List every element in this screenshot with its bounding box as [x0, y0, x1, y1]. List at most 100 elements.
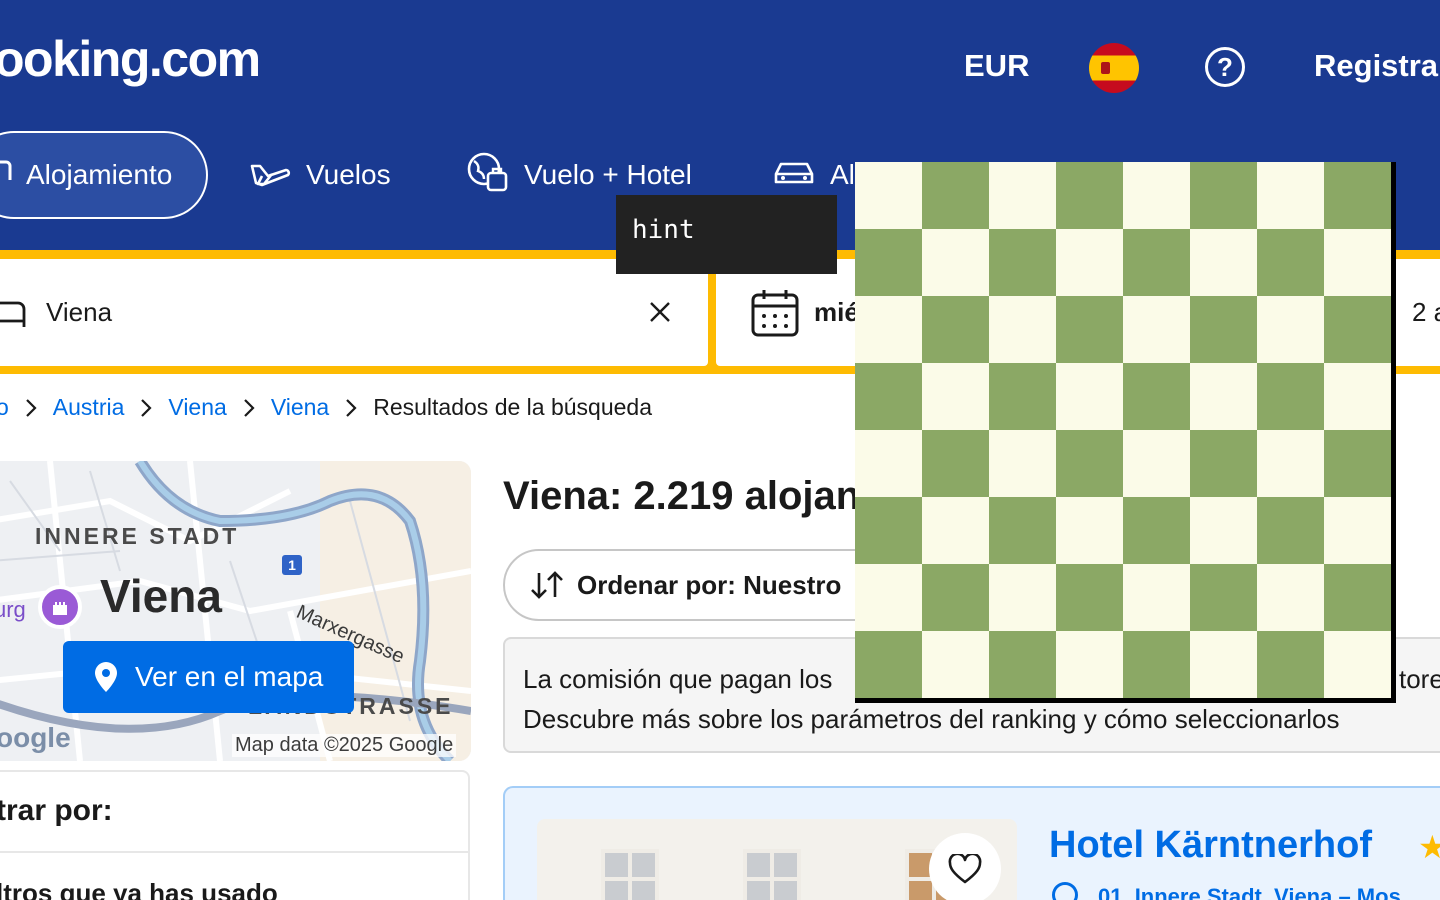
board-square[interactable]: [1324, 430, 1391, 497]
board-square[interactable]: [855, 497, 922, 564]
board-square[interactable]: [1324, 296, 1391, 363]
register-button[interactable]: Registra: [1314, 48, 1438, 84]
board-square[interactable]: [1123, 564, 1190, 631]
board-square[interactable]: [1190, 229, 1257, 296]
board-square[interactable]: [1257, 296, 1324, 363]
hint-tooltip: hint: [616, 195, 837, 274]
favorite-button[interactable]: [929, 833, 1001, 900]
board-square[interactable]: [1257, 497, 1324, 564]
board-square[interactable]: [1056, 631, 1123, 698]
booking-logo[interactable]: ooking.com: [0, 30, 261, 88]
castle-pin-icon: [38, 585, 82, 629]
help-icon[interactable]: ?: [1205, 47, 1245, 87]
board-square[interactable]: [922, 631, 989, 698]
view-on-map-button[interactable]: Ver en el mapa: [63, 641, 354, 713]
currency-selector[interactable]: EUR: [964, 48, 1029, 84]
board-square[interactable]: [1056, 363, 1123, 430]
info-line-2[interactable]: Descubre más sobre los parámetros del ra…: [523, 699, 1440, 739]
board-square[interactable]: [1190, 430, 1257, 497]
bed-icon: [0, 154, 26, 197]
board-square[interactable]: [989, 229, 1056, 296]
board-square[interactable]: [1190, 631, 1257, 698]
board-square[interactable]: [1123, 497, 1190, 564]
board-square[interactable]: [1123, 631, 1190, 698]
board-square[interactable]: [1123, 229, 1190, 296]
board-square[interactable]: [855, 363, 922, 430]
board-square[interactable]: [1056, 497, 1123, 564]
destination-field[interactable]: Viena: [0, 259, 708, 366]
board-square[interactable]: [1056, 162, 1123, 229]
map-preview[interactable]: 1 INNERE STADT Viena Marxergasse LANDSTR…: [0, 461, 471, 761]
close-icon[interactable]: [648, 300, 672, 324]
board-square[interactable]: [1190, 363, 1257, 430]
board-square[interactable]: [989, 430, 1056, 497]
board-square[interactable]: [855, 631, 922, 698]
board-square[interactable]: [1056, 229, 1123, 296]
board-square[interactable]: [1257, 363, 1324, 430]
board-square[interactable]: [1324, 564, 1391, 631]
tab-label: Al: [830, 159, 855, 190]
board-square[interactable]: [1190, 564, 1257, 631]
guests-value: 2 a: [1412, 297, 1440, 327]
board-square[interactable]: [922, 229, 989, 296]
board-square[interactable]: [1123, 162, 1190, 229]
breadcrumb-link-austria[interactable]: Austria: [53, 394, 125, 421]
board-square[interactable]: [1123, 363, 1190, 430]
breadcrumb-link-viena-region[interactable]: Viena: [168, 394, 226, 421]
google-logo: oogle: [0, 722, 71, 753]
map-credit[interactable]: Map data ©2025 Google: [232, 734, 457, 757]
board-square[interactable]: [1123, 430, 1190, 497]
board-square[interactable]: [855, 296, 922, 363]
breadcrumb-link-viena-city[interactable]: Viena: [271, 394, 329, 421]
board-square[interactable]: [1324, 162, 1391, 229]
board-square[interactable]: [1257, 162, 1324, 229]
board-square[interactable]: [922, 363, 989, 430]
tab-alojamiento[interactable]: Alojamiento: [0, 131, 208, 219]
board-square[interactable]: [1056, 296, 1123, 363]
board-square[interactable]: [1257, 229, 1324, 296]
board-square[interactable]: [989, 162, 1056, 229]
checkerboard-overlay[interactable]: [855, 162, 1396, 703]
board-square[interactable]: [1190, 296, 1257, 363]
board-square[interactable]: [1190, 497, 1257, 564]
board-square[interactable]: [989, 296, 1056, 363]
car-icon: [772, 156, 830, 195]
board-square[interactable]: [855, 162, 922, 229]
board-square[interactable]: [922, 296, 989, 363]
divider: [0, 851, 470, 853]
spain-flag-icon[interactable]: [1089, 43, 1139, 93]
tab-vuelos[interactable]: Vuelos: [248, 131, 391, 219]
board-square[interactable]: [855, 430, 922, 497]
board-square[interactable]: [989, 497, 1056, 564]
chevron-right-icon: [140, 398, 152, 418]
board-square[interactable]: [1257, 430, 1324, 497]
breadcrumb-link-home[interactable]: o: [0, 394, 9, 421]
guests-field[interactable]: 2 a: [1400, 259, 1440, 366]
board-square[interactable]: [1324, 363, 1391, 430]
board-square[interactable]: [1123, 296, 1190, 363]
board-square[interactable]: [989, 631, 1056, 698]
board-square[interactable]: [1056, 564, 1123, 631]
tab-label: Vuelos: [306, 159, 391, 190]
board-square[interactable]: [855, 564, 922, 631]
board-square[interactable]: [1324, 229, 1391, 296]
board-square[interactable]: [989, 564, 1056, 631]
board-square[interactable]: [855, 229, 922, 296]
board-square[interactable]: [1324, 497, 1391, 564]
board-square[interactable]: [922, 497, 989, 564]
board-square[interactable]: [922, 162, 989, 229]
board-square[interactable]: [1324, 631, 1391, 698]
board-square[interactable]: [1056, 430, 1123, 497]
board-square[interactable]: [989, 363, 1056, 430]
board-square[interactable]: [1190, 162, 1257, 229]
board-square[interactable]: [1257, 631, 1324, 698]
hotel-name-link[interactable]: Hotel Kärntnerhof: [1049, 824, 1372, 867]
map-district-label: INNERE STADT: [35, 523, 240, 549]
calendar-icon: [750, 288, 800, 338]
photo-window: [601, 849, 659, 900]
hotel-location-link[interactable]: 01. Innere Stadt, Viena – Mos: [1098, 884, 1401, 900]
sort-label: Ordenar por: Nuestro: [577, 569, 842, 600]
board-square[interactable]: [922, 430, 989, 497]
board-square[interactable]: [922, 564, 989, 631]
board-square[interactable]: [1257, 564, 1324, 631]
